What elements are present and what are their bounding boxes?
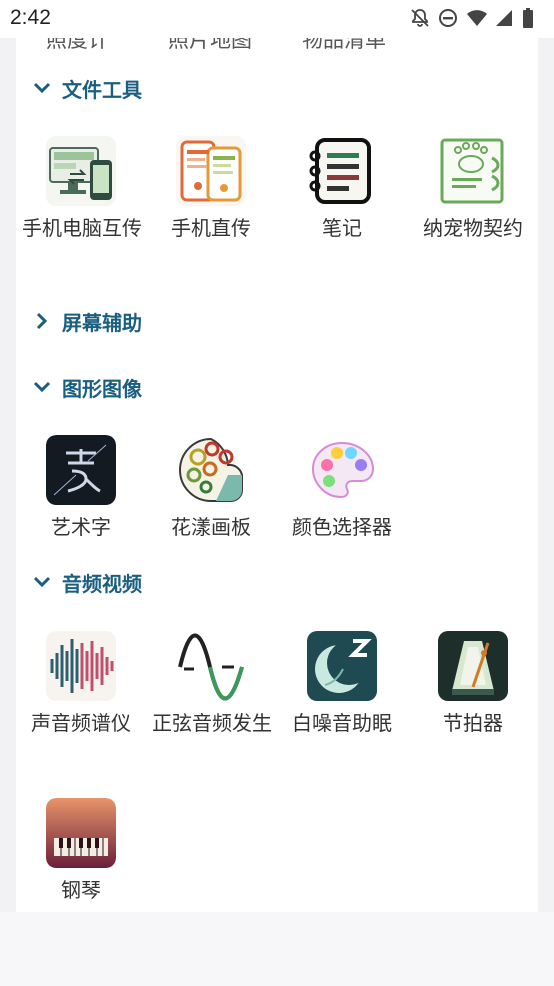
tool-label: 纳宠物契约	[423, 216, 523, 240]
tool-tile[interactable]: 钢琴	[16, 798, 146, 907]
tool-label: 正弦音频发生	[152, 711, 272, 735]
tool-label: 手机电脑互传	[22, 216, 142, 240]
section-header-file-tools[interactable]: 文件工具	[16, 71, 142, 105]
phone-pc-transfer-icon	[46, 136, 116, 206]
partial-label[interactable]: 物品清单	[302, 38, 386, 54]
chevron-right-icon	[26, 307, 58, 335]
tool-tile[interactable]: 纳宠物契约	[408, 136, 538, 245]
tool-tile[interactable]: 手机直传	[146, 136, 276, 245]
tool-label: 节拍器	[443, 711, 503, 735]
tool-tile[interactable]: 正弦音频发生	[146, 631, 276, 740]
tool-label: 手机直传	[171, 216, 251, 240]
tool-label: 白噪音助眠	[292, 711, 392, 735]
section-header-graphics[interactable]: 图形图像	[16, 370, 142, 404]
tool-label: 花漾画板	[171, 515, 251, 539]
tool-tile[interactable]: 颜色选择器	[277, 435, 407, 544]
chevron-down-icon	[26, 373, 58, 401]
section-title: 音频视频	[62, 571, 142, 596]
section-title: 文件工具	[62, 77, 142, 102]
status-time: 2:42	[10, 6, 51, 29]
tool-label: 声音频谱仪	[31, 711, 131, 735]
pet-contract-icon	[438, 136, 508, 206]
tool-tile[interactable]: 花漾画板	[146, 435, 276, 544]
tool-label: 钢琴	[61, 878, 101, 902]
white-noise-sleep-icon	[307, 631, 377, 701]
tool-tile[interactable]: 手机电脑互传	[16, 136, 146, 245]
notes-icon	[307, 136, 377, 206]
do-not-disturb-icon	[438, 8, 458, 28]
tool-label: 艺术字	[51, 515, 111, 539]
phone-direct-transfer-icon	[176, 136, 246, 206]
chevron-down-icon	[26, 568, 58, 596]
bottom-area	[0, 912, 554, 986]
tool-tile[interactable]: 艺术字	[16, 435, 146, 544]
flower-palette-icon	[176, 435, 246, 505]
tool-label: 颜色选择器	[292, 515, 392, 539]
section-title: 屏幕辅助	[62, 310, 142, 335]
section-header-screen-assist[interactable]: 屏幕辅助	[16, 304, 142, 338]
tools-list-card: 照度计 照片地图 物品清单 文件工具 手机电脑互传 手机直传 笔记 纳宠物契约 …	[16, 38, 538, 912]
partial-label[interactable]: 照度计	[46, 38, 109, 54]
tool-tile[interactable]: 笔记	[277, 136, 407, 245]
tool-tile[interactable]: 声音频谱仪	[16, 631, 146, 740]
spectrum-analyzer-icon	[46, 631, 116, 701]
sine-generator-icon	[176, 631, 246, 701]
section-header-audio-video[interactable]: 音频视频	[16, 565, 142, 599]
notifications-off-icon	[410, 8, 430, 28]
art-text-icon	[46, 435, 116, 505]
partial-tool-row: 照度计 照片地图 物品清单	[16, 38, 538, 52]
wifi-icon	[466, 8, 487, 28]
battery-icon	[522, 8, 542, 28]
cellular-signal-icon	[494, 8, 514, 28]
tool-tile[interactable]: 白噪音助眠	[277, 631, 407, 740]
color-picker-icon	[307, 435, 377, 505]
chevron-down-icon	[26, 74, 58, 102]
tool-tile[interactable]: 节拍器	[408, 631, 538, 740]
partial-label[interactable]: 照片地图	[168, 38, 252, 54]
status-bar: 2:42	[0, 0, 554, 38]
tool-label: 笔记	[322, 216, 362, 240]
section-title: 图形图像	[62, 376, 142, 401]
metronome-icon	[438, 631, 508, 701]
piano-icon	[46, 798, 116, 868]
